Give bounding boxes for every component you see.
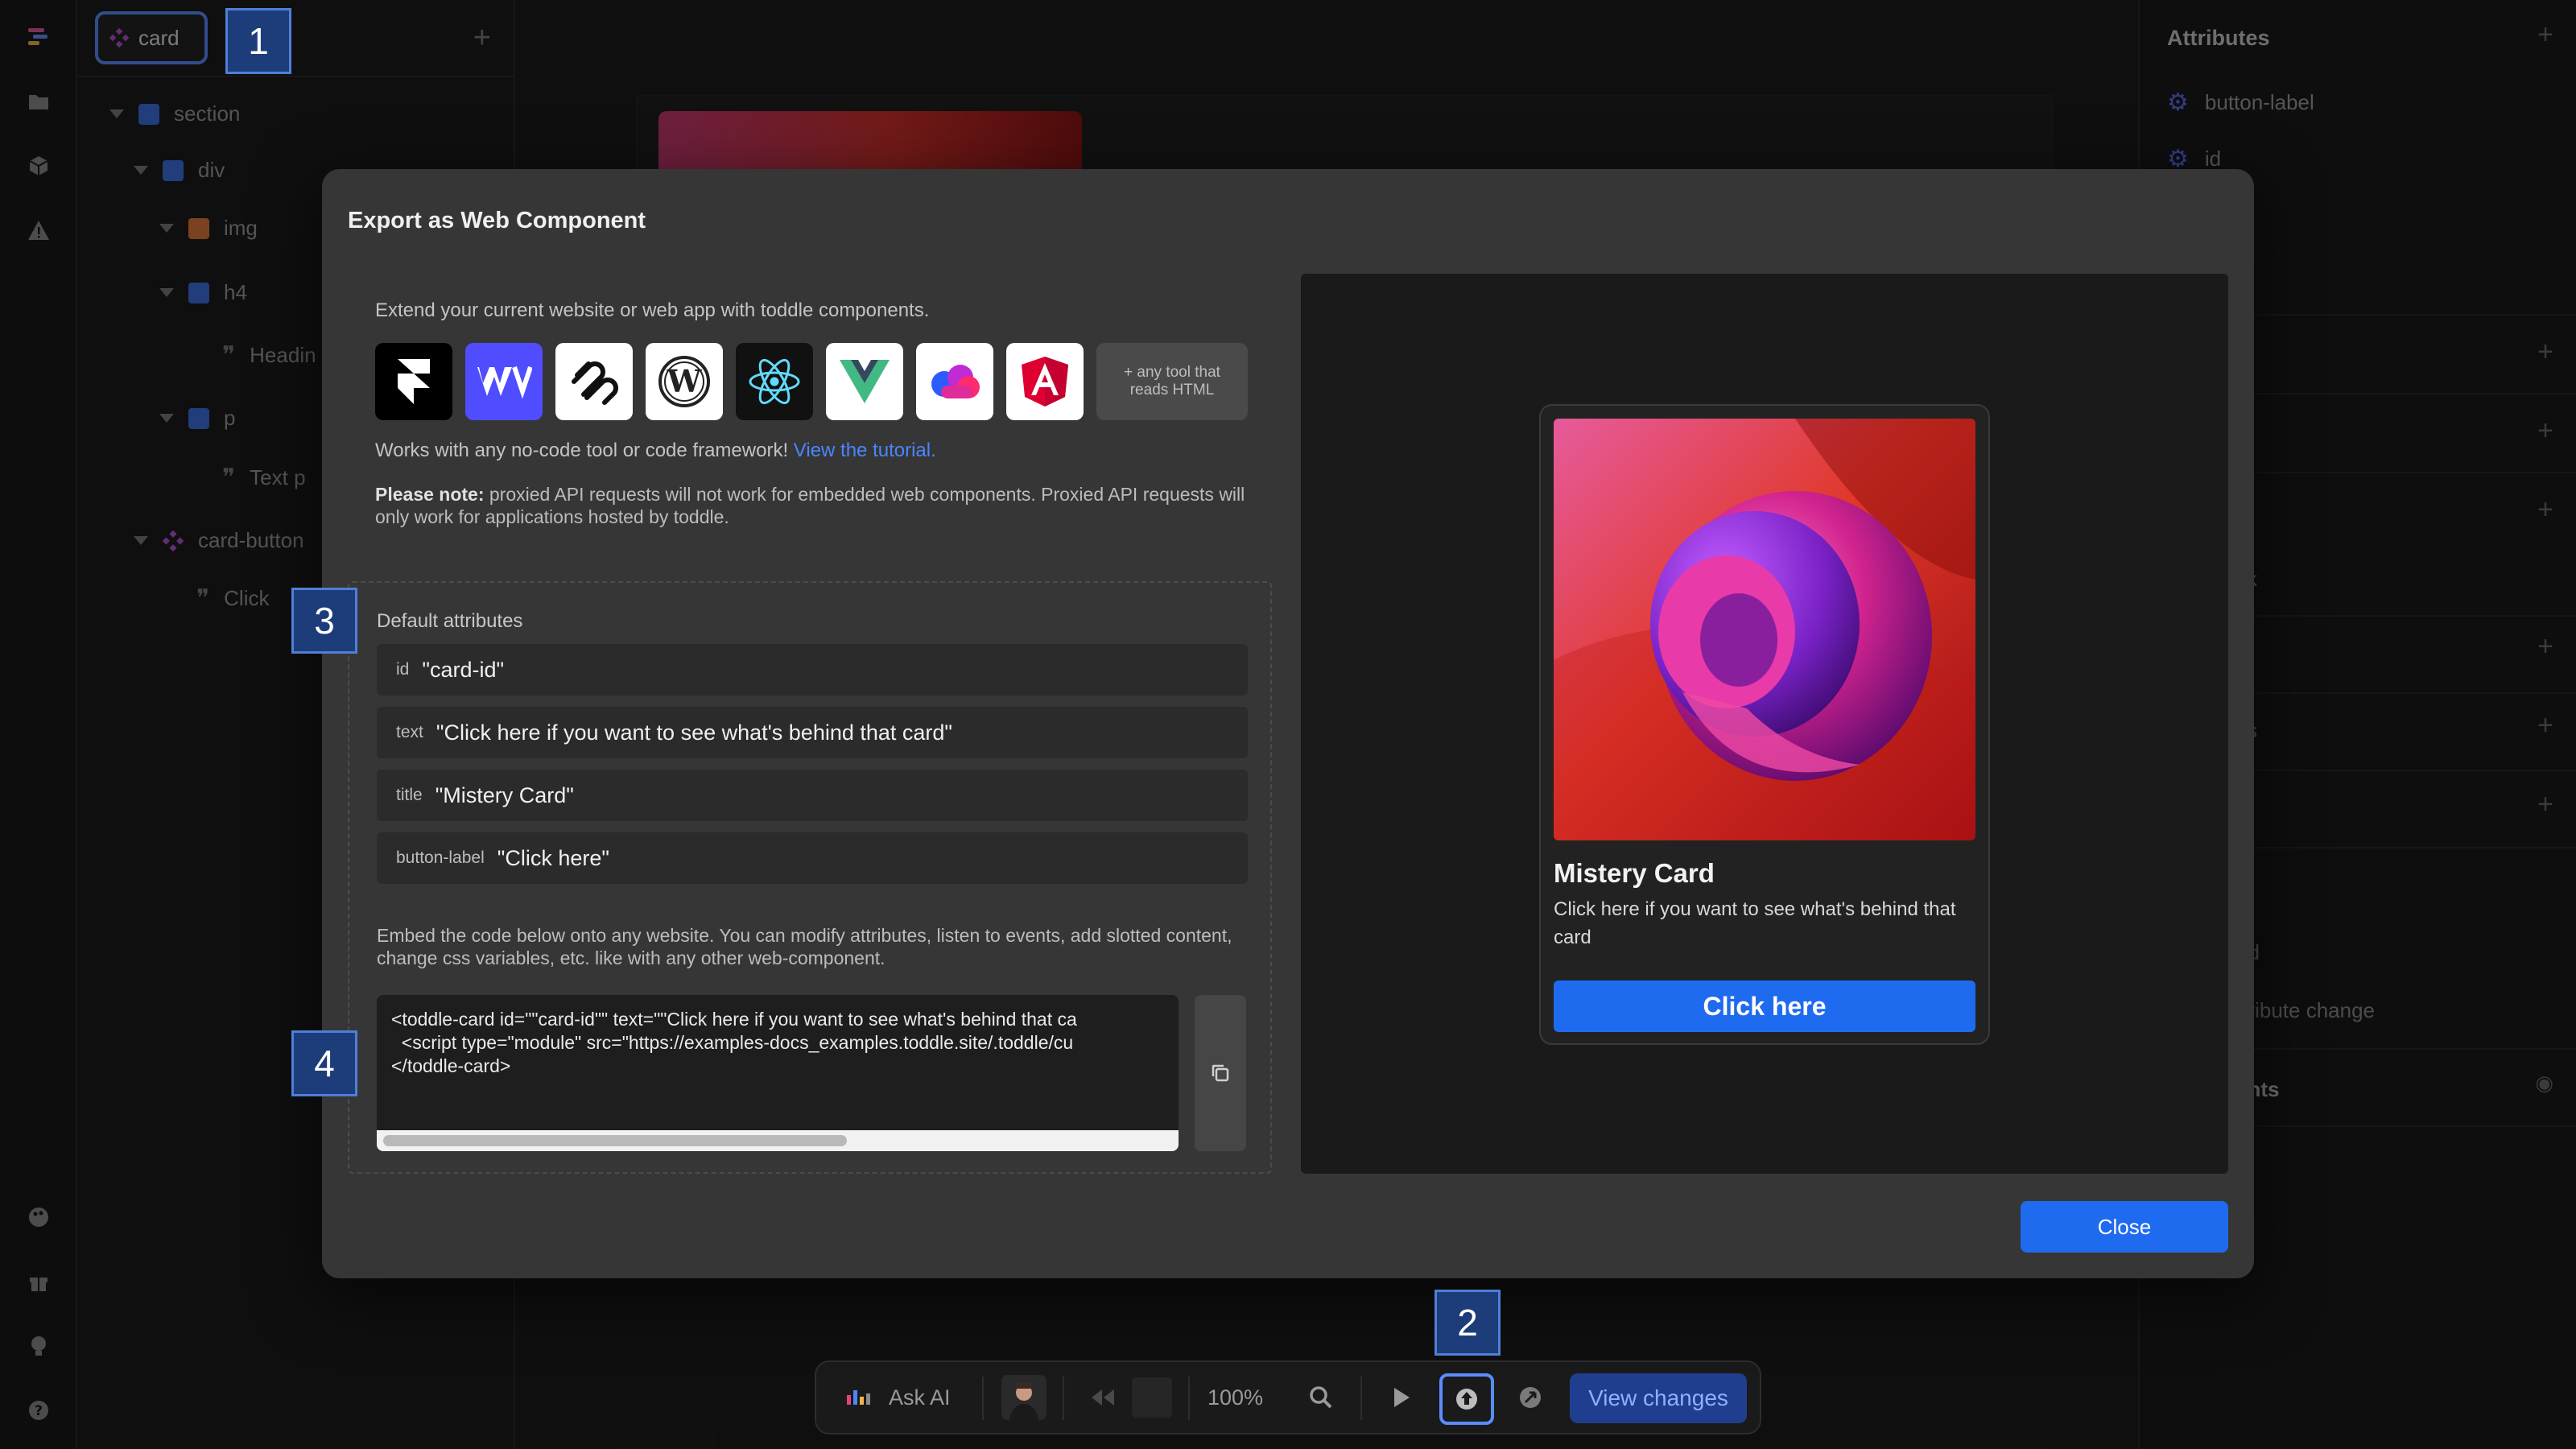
publish-button[interactable] [1439,1373,1494,1425]
react-logo[interactable] [736,343,813,420]
play-icon[interactable] [1393,1362,1410,1433]
works-label: Works with any no-code tool or code fram… [375,440,789,461]
ask-ai-button[interactable]: Ask AI [845,1362,951,1433]
embed-code-field[interactable]: <toddle-card id=""card-id"" text=""Click… [377,995,1179,1151]
attribute-row[interactable]: text "Click here if you want to see what… [377,707,1248,758]
note-text: Please note: proxied API requests will n… [375,483,1253,528]
attribute-value: "Click here" [497,845,609,870]
view-changes-button[interactable]: View changes [1570,1373,1747,1423]
timeline-button[interactable] [1132,1362,1172,1433]
ask-ai-label: Ask AI [889,1385,951,1410]
default-attributes-section: Default attributes id "card-id" text "Cl… [348,581,1272,1174]
note-label: Please note: [375,484,485,505]
cloud-logo[interactable] [916,343,993,420]
card-text: Click here if you want to see what's beh… [1554,898,1956,948]
attribute-key: button-label [396,848,485,867]
tutorial-link[interactable]: View the tutorial. [794,440,936,461]
bottom-toolbar: Ask AI 100% View changes [815,1360,1761,1435]
note-body: proxied API requests will not work for e… [375,484,1245,527]
close-button[interactable]: Close [2021,1201,2228,1253]
attribute-key: id [396,660,410,679]
angular-logo[interactable] [1006,343,1084,420]
works-text: Works with any no-code tool or code fram… [375,440,936,462]
attribute-value: "card-id" [422,657,505,682]
code-line: <script type="module" src="https://examp… [391,1032,1074,1053]
divider [1188,1377,1190,1420]
zoom-level[interactable]: 100% [1208,1362,1263,1433]
divider [982,1377,984,1420]
attribute-row[interactable]: id "card-id" [377,644,1248,696]
integration-logos: W + any tool that reads HTML [375,343,1248,420]
rewind-icon[interactable] [1090,1362,1116,1433]
step-marker: 2 [1435,1290,1501,1356]
squarespace-logo[interactable] [555,343,633,420]
step-marker: 3 [291,588,357,654]
step-marker: 1 [225,8,291,74]
copy-button[interactable] [1195,995,1246,1151]
embed-instructions: Embed the code below onto any website. Y… [377,925,1232,968]
divider [1063,1377,1064,1420]
card-button[interactable]: Click here [1554,980,1975,1032]
vue-logo[interactable] [826,343,903,420]
code-line: <toddle-card id=""card-id"" text=""Click… [391,1009,1077,1030]
svg-text:W: W [667,363,703,399]
upload-icon [1456,1389,1477,1410]
attribute-row[interactable]: title "Mistery Card" [377,770,1248,821]
attribute-row[interactable]: button-label "Click here" [377,832,1248,884]
component-preview: Mistery Card Click here if you want to s… [1301,274,2228,1174]
framer-logo[interactable] [375,343,452,420]
step-marker: 4 [291,1030,357,1096]
modal-title: Export as Web Component [348,208,646,233]
attribute-key: text [396,723,423,741]
default-attributes-heading: Default attributes [377,610,523,632]
card-title: Mistery Card [1554,858,1715,888]
avatar[interactable] [1001,1362,1046,1433]
export-modal: Export as Web Component Extend your curr… [322,169,2254,1278]
preview-card: Mistery Card Click here if you want to s… [1539,404,1990,1045]
divider [1360,1377,1362,1420]
branch-icon[interactable] [1518,1362,1542,1433]
attribute-value: "Mistery Card" [435,782,574,807]
wordpress-logo[interactable]: W [646,343,723,420]
attribute-key: title [396,786,423,804]
intro-text: Extend your current website or web app w… [375,299,930,321]
webflow-logo[interactable] [465,343,543,420]
code-line: </toddle-card> [391,1055,511,1076]
card-image [1554,419,1975,840]
attribute-value: "Click here if you want to see what's be… [436,720,953,745]
ai-bars-icon [847,1390,870,1405]
horizontal-scrollbar[interactable] [377,1130,1179,1151]
copy-icon [1212,1064,1229,1082]
search-icon[interactable] [1309,1362,1333,1433]
scrollbar-thumb[interactable] [383,1135,847,1146]
any-tool-badge: + any tool that reads HTML [1096,343,1248,420]
